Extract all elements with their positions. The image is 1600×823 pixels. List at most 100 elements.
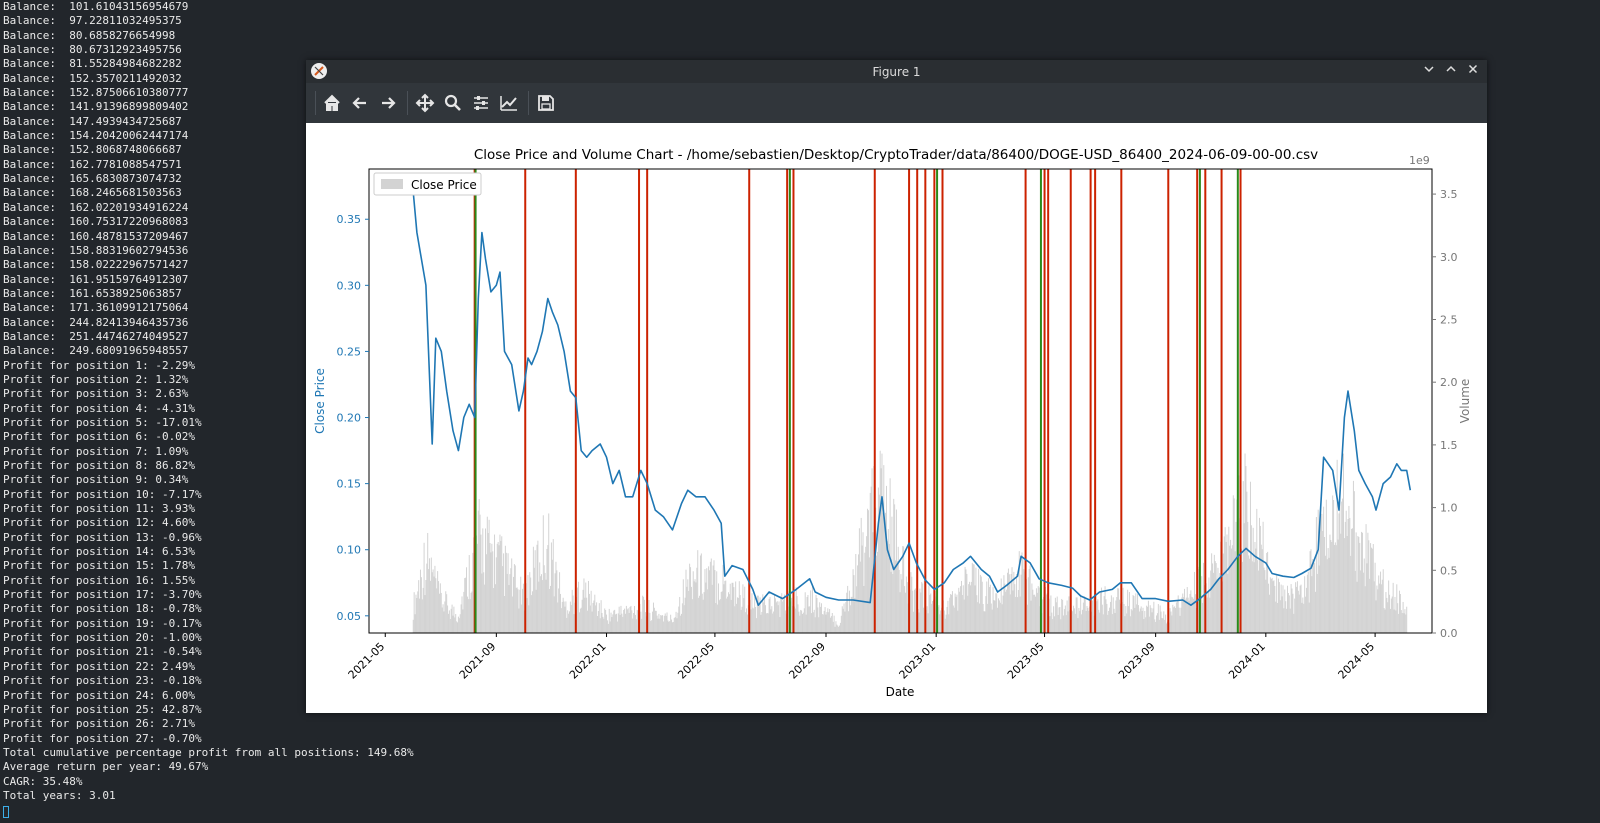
- volume-bar: [958, 587, 960, 633]
- volume-bar: [693, 581, 695, 633]
- volume-bar: [736, 597, 738, 633]
- volume-bar: [1305, 587, 1307, 633]
- back-button[interactable]: [348, 91, 372, 115]
- volume-bar: [420, 577, 422, 633]
- volume-bar: [1332, 495, 1334, 633]
- minimize-icon[interactable]: [1421, 63, 1437, 79]
- volume-bar: [1125, 605, 1127, 633]
- volume-bar: [755, 606, 757, 633]
- y2-tick-label: 0.0: [1440, 627, 1458, 640]
- volume-bar: [706, 568, 708, 633]
- volume-bar: [1100, 587, 1102, 633]
- volume-bar: [980, 576, 982, 633]
- volume-bar: [1347, 519, 1349, 633]
- volume-bar: [656, 615, 658, 633]
- volume-bar: [427, 532, 429, 633]
- volume-bar: [1188, 600, 1190, 633]
- volume-bar: [430, 557, 432, 633]
- zoom-button[interactable]: [441, 91, 465, 115]
- volume-bar: [1114, 612, 1116, 633]
- volume-bar: [1269, 577, 1271, 633]
- volume-bar: [1174, 606, 1176, 633]
- volume-bar: [689, 563, 691, 633]
- volume-bar: [854, 598, 856, 633]
- volume-bar: [1062, 599, 1064, 633]
- volume-bar: [510, 568, 512, 633]
- y2-tick-label: 3.5: [1440, 188, 1458, 201]
- volume-bar: [1051, 612, 1053, 633]
- volume-bar: [1341, 501, 1343, 633]
- volume-bar: [610, 612, 612, 633]
- volume-bar: [1209, 597, 1211, 633]
- volume-bar: [1052, 619, 1054, 633]
- volume-bar: [1067, 611, 1069, 633]
- y-axis-label: Close Price: [313, 368, 327, 434]
- maximize-icon[interactable]: [1443, 63, 1459, 79]
- volume-bar: [571, 589, 573, 633]
- volume-bar: [1303, 603, 1305, 633]
- volume-bar: [516, 587, 518, 633]
- close-icon[interactable]: [1465, 63, 1481, 79]
- volume-bar: [1066, 600, 1068, 633]
- volume-bar: [1157, 604, 1159, 633]
- volume-bar: [526, 598, 528, 633]
- y2-offset-text: 1e9: [1409, 154, 1430, 167]
- x-tick-label: 2024-05: [1336, 640, 1378, 682]
- volume-bar: [1135, 593, 1137, 633]
- volume-bar: [692, 571, 694, 633]
- volume-bar: [1298, 594, 1300, 633]
- volume-bar: [984, 611, 986, 633]
- volume-bar: [881, 453, 883, 633]
- volume-bar: [977, 602, 979, 633]
- edit-axes-button[interactable]: [497, 91, 521, 115]
- volume-bar: [1290, 584, 1292, 633]
- volume-bar: [891, 516, 893, 633]
- volume-bar: [847, 585, 849, 633]
- volume-bar: [1088, 610, 1090, 633]
- volume-bar: [678, 606, 680, 633]
- volume-bar: [716, 571, 718, 633]
- y-tick-label: 0.10: [337, 544, 362, 557]
- volume-bar: [432, 569, 434, 633]
- chart[interactable]: Close Price and Volume Chart - /home/seb…: [306, 123, 1487, 713]
- home-button[interactable]: [320, 91, 344, 115]
- volume-bar: [1054, 597, 1056, 633]
- volume-bar: [1333, 544, 1335, 633]
- volume-bar: [1275, 601, 1277, 633]
- volume-bar: [830, 616, 832, 633]
- volume-bar: [684, 597, 686, 633]
- save-button[interactable]: [534, 91, 558, 115]
- volume-bar: [988, 587, 990, 633]
- volume-bar: [547, 545, 549, 633]
- volume-bar: [694, 579, 696, 633]
- volume-bar: [1122, 587, 1124, 633]
- legend-swatch: [381, 179, 403, 189]
- volume-bar: [562, 597, 564, 633]
- volume-bar: [1349, 517, 1351, 633]
- pan-button[interactable]: [413, 91, 437, 115]
- terminal-cursor[interactable]: [3, 806, 9, 819]
- volume-bar: [648, 600, 650, 633]
- volume-bar: [690, 586, 692, 633]
- forward-button[interactable]: [376, 91, 400, 115]
- volume-bar: [626, 609, 628, 633]
- window-titlebar[interactable]: Figure 1: [306, 60, 1487, 83]
- volume-bar: [882, 512, 884, 633]
- volume-bar: [758, 601, 760, 633]
- volume-bar: [1155, 621, 1157, 633]
- volume-bar: [764, 605, 766, 633]
- x-tick-label: 2023-09: [1116, 640, 1158, 682]
- volume-bar: [845, 602, 847, 633]
- volume-bar: [485, 554, 487, 633]
- volume-bar: [1230, 539, 1232, 633]
- terminal-line: Profit for position 27: -0.70%: [3, 731, 202, 745]
- volume-bar: [1300, 584, 1302, 633]
- configure-subplots-button[interactable]: [469, 91, 493, 115]
- volume-bar: [1229, 545, 1231, 633]
- volume-bar: [1305, 596, 1307, 633]
- volume-bar: [806, 596, 808, 633]
- volume-bar: [1314, 591, 1316, 633]
- volume-bar: [985, 596, 987, 633]
- volume-bar: [1096, 601, 1098, 633]
- figure-canvas[interactable]: Close Price and Volume Chart - /home/seb…: [306, 123, 1487, 713]
